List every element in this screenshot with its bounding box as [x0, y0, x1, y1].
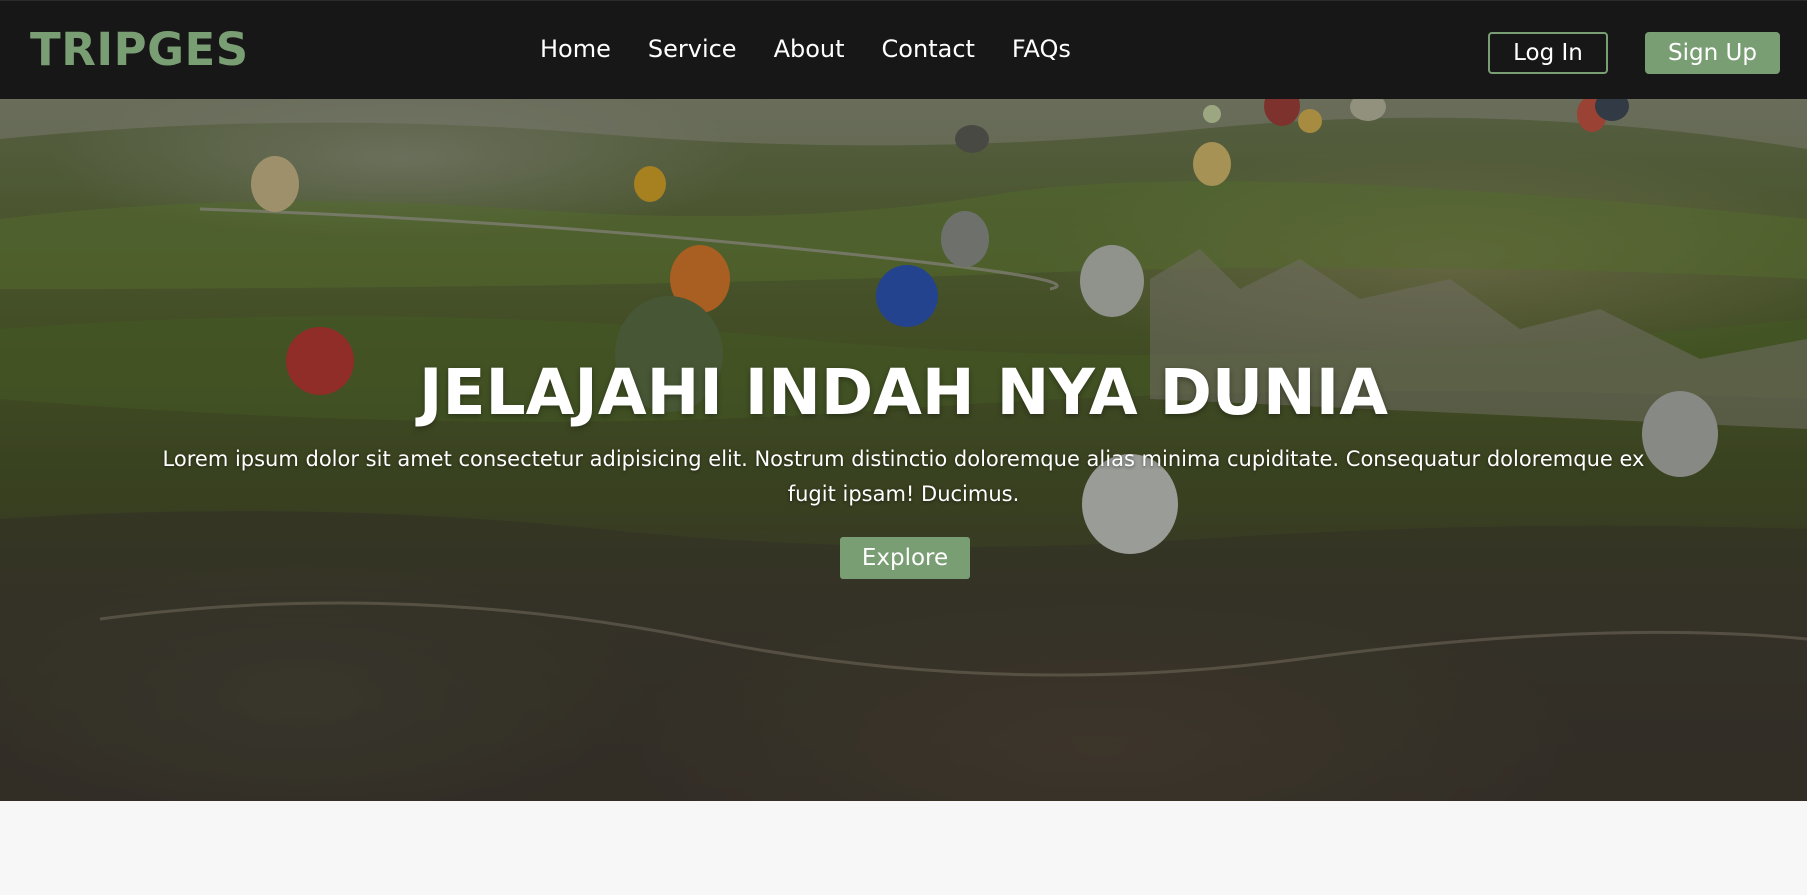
nav-link-about[interactable]: About — [774, 31, 845, 67]
hero-section: JELAJAHI INDAH NYA DUNIA Lorem ipsum dol… — [0, 99, 1807, 801]
hero-title: JELAJAHI INDAH NYA DUNIA — [419, 356, 1388, 429]
nav-link-service[interactable]: Service — [648, 31, 737, 67]
brand-logo[interactable]: TRIPGES — [30, 23, 249, 77]
hero-description: Lorem ipsum dolor sit amet consectetur a… — [162, 447, 1645, 506]
nav-link-home[interactable]: Home — [540, 31, 611, 67]
nav-link-contact[interactable]: Contact — [882, 31, 975, 67]
navbar: TRIPGES Home Service About Contact FAQs … — [0, 0, 1807, 99]
explore-button[interactable]: Explore — [840, 537, 970, 579]
nav-link-faqs[interactable]: FAQs — [1012, 31, 1071, 67]
nav-links: Home Service About Contact FAQs — [540, 31, 1071, 67]
login-button[interactable]: Log In — [1488, 32, 1608, 74]
page-content-area — [0, 801, 1807, 895]
signup-button[interactable]: Sign Up — [1645, 32, 1780, 74]
